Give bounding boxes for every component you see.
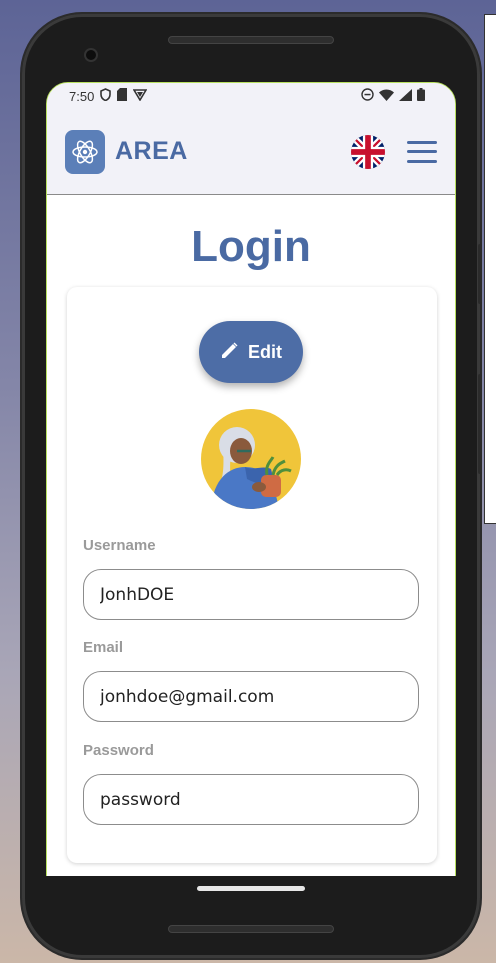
battery-icon — [417, 88, 425, 104]
earpiece-speaker — [168, 36, 334, 44]
page-title: Login — [191, 222, 311, 271]
front-camera — [84, 48, 98, 62]
pencil-icon — [220, 340, 240, 365]
edit-button[interactable]: Edit — [199, 321, 303, 383]
password-label: Password — [83, 742, 154, 759]
brand[interactable]: AREA — [65, 129, 188, 174]
brand-name: AREA — [115, 137, 188, 165]
app-bar: AREA — [47, 109, 455, 195]
username-label: Username — [83, 537, 156, 554]
screen: 7:50 AREA Login Edit Username JonhDOE Em… — [46, 82, 456, 902]
password-field[interactable] — [83, 774, 419, 825]
email-label: Email — [83, 639, 124, 656]
username-field[interactable] — [83, 569, 419, 620]
main-content: Login Edit Username JonhDOE Email jonhdo… — [47, 195, 455, 863]
edit-button-label: Edit — [248, 341, 282, 362]
bottom-speaker — [168, 925, 334, 933]
email-field[interactable] — [83, 671, 419, 722]
wifi-icon — [379, 89, 394, 104]
home-indicator[interactable] — [197, 886, 305, 891]
power-button — [478, 374, 482, 474]
hamburger-menu-icon[interactable] — [407, 140, 437, 163]
status-bar: 7:50 — [47, 83, 455, 109]
status-time: 7:50 — [69, 88, 95, 104]
atom-logo-icon — [65, 129, 105, 174]
volume-button — [478, 244, 482, 304]
user-avatar[interactable] — [201, 409, 301, 509]
vpn-icon — [132, 88, 148, 104]
do-not-disturb-icon — [361, 88, 374, 104]
signal-icon — [399, 88, 412, 104]
phone-frame: 7:50 AREA Login Edit Username JonhDOE Em… — [22, 14, 482, 958]
profile-card: Edit Username JonhDOE Email jonhdoe@gmai… — [67, 287, 437, 863]
uk-flag-icon[interactable] — [351, 134, 385, 169]
shield-icon — [100, 88, 112, 104]
side-panel — [484, 14, 496, 524]
sim-card-icon — [117, 88, 128, 104]
